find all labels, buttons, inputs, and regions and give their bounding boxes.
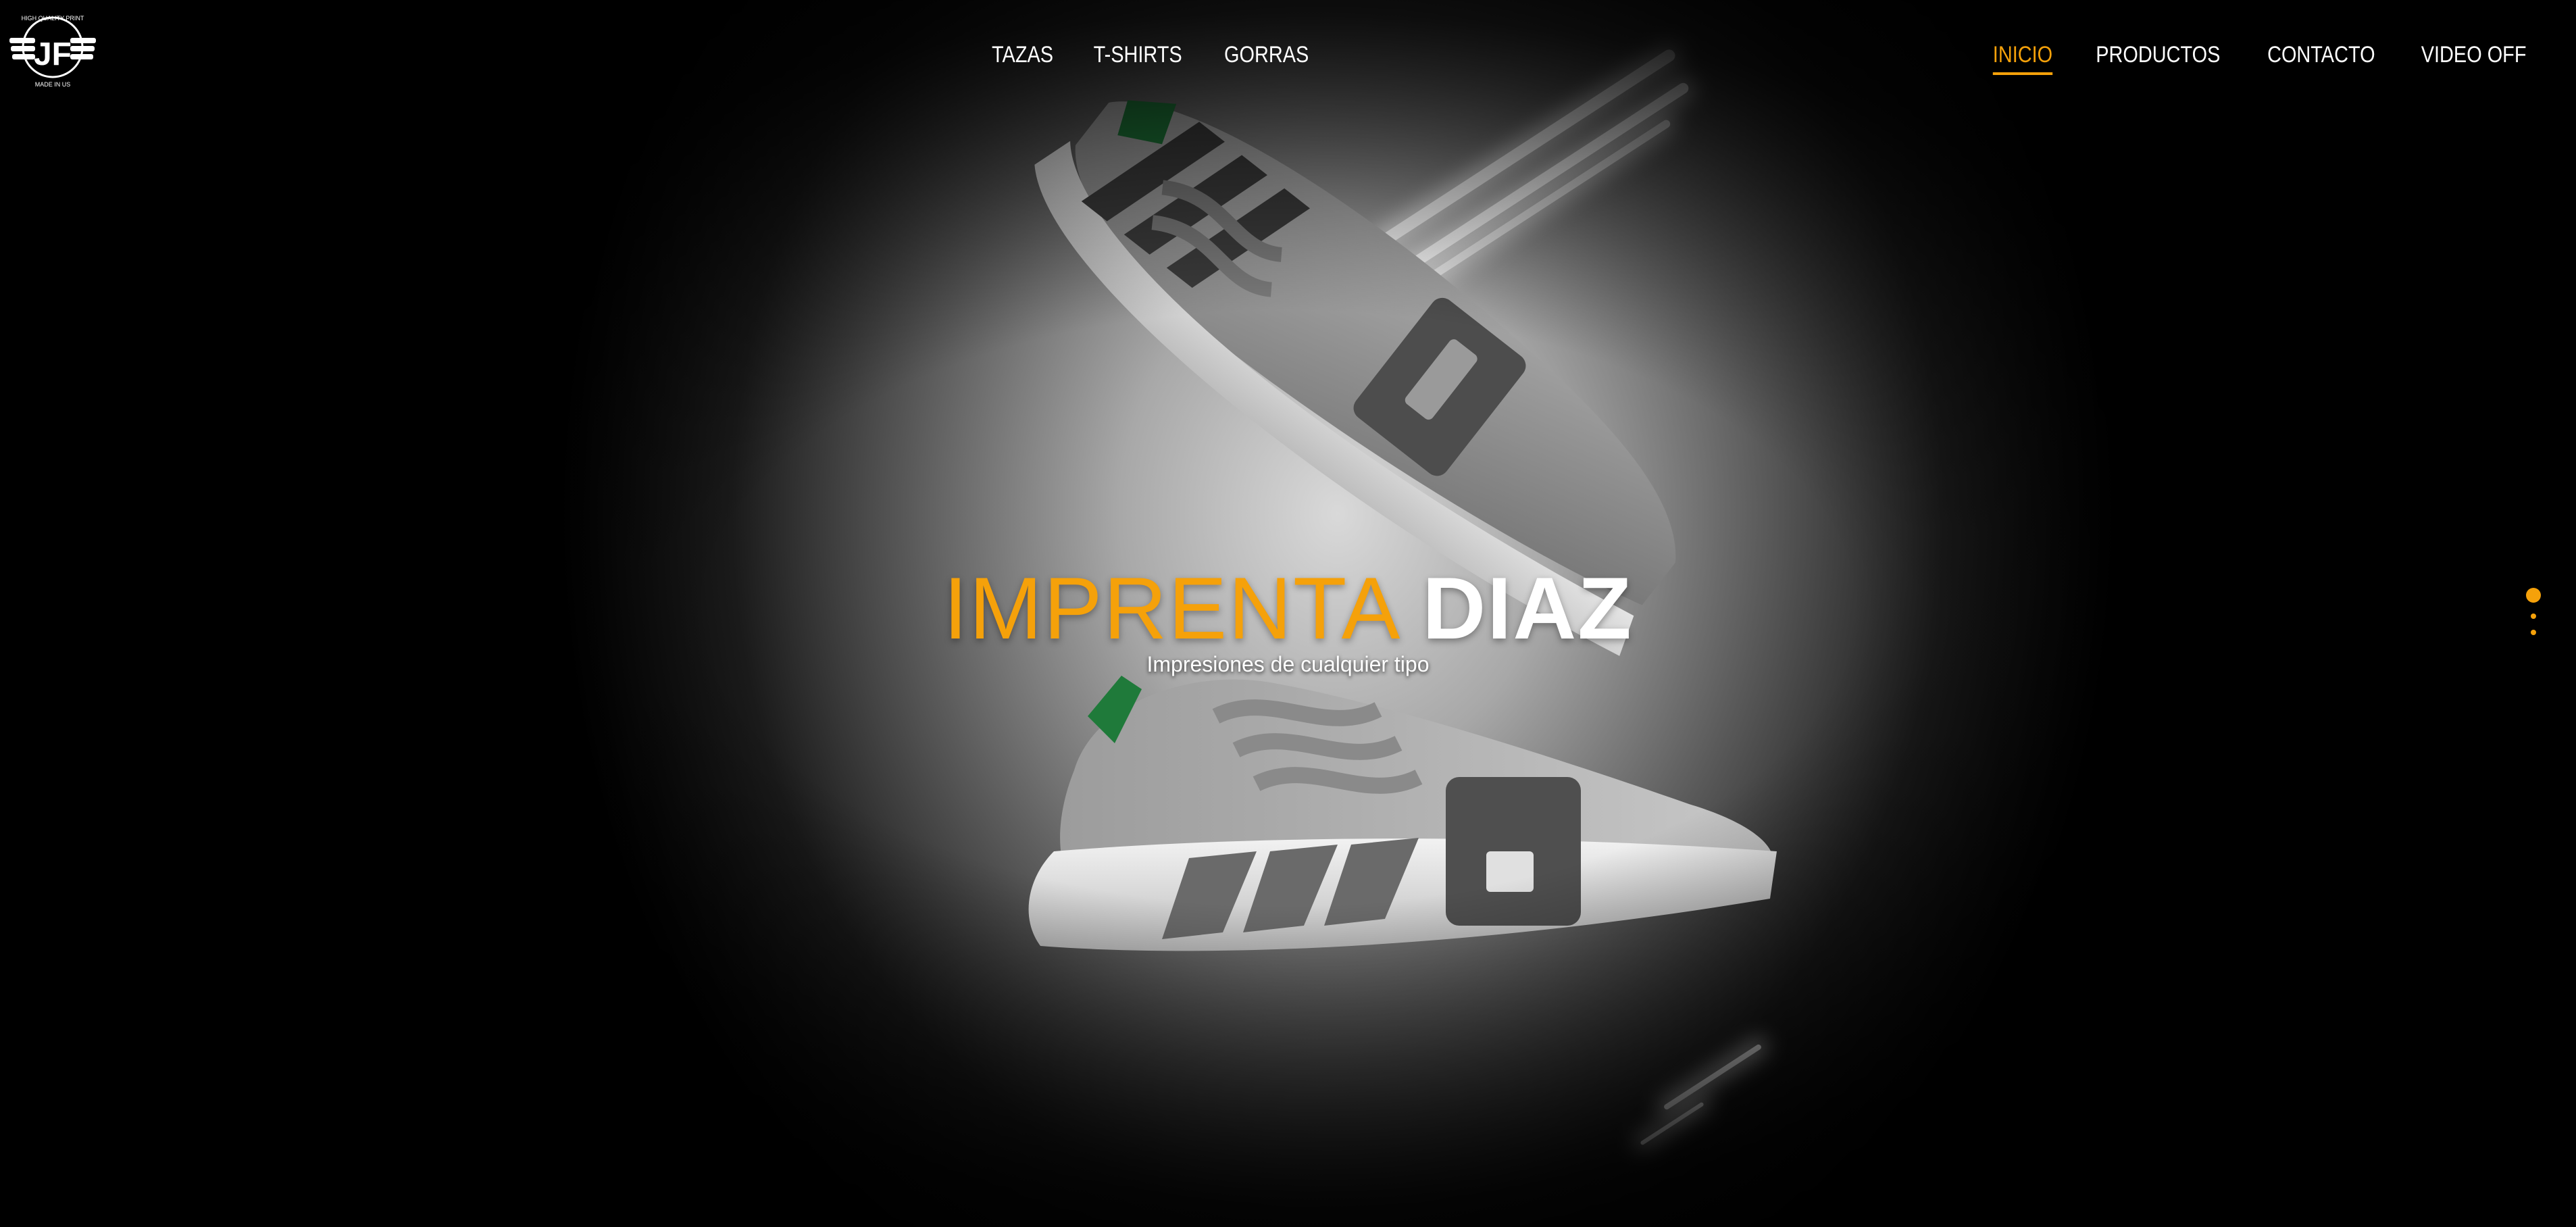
nav-inicio[interactable]: INICIO — [1981, 39, 2063, 75]
hero-title-part1: IMPRENTA — [943, 559, 1397, 657]
hero-subtitle: Impresiones de cualquier tipo — [1146, 652, 1430, 676]
slide-dot-2[interactable] — [2531, 614, 2536, 619]
nav-productos[interactable]: PRODUCTOS — [2084, 39, 2231, 75]
nav-video-off[interactable]: VIDEO OFF — [2410, 39, 2538, 75]
nav-tazas[interactable]: TAZAS — [980, 39, 1065, 75]
hero-title: IMPRENTA DIAZ — [0, 554, 2576, 662]
main-nav: INICIO PRODUCTOS CONTACTO VIDEO OFF — [1974, 39, 2549, 75]
slider-pagination — [2523, 588, 2544, 635]
slide-dot-1[interactable] — [2526, 588, 2541, 603]
nav-t-shirts[interactable]: T-SHIRTS — [1082, 39, 1194, 75]
logo-letters: JF — [34, 36, 72, 72]
logo-emblem-icon: JF HIGH QUALITY PRINT MADE IN US — [9, 15, 96, 88]
nav-contacto[interactable]: CONTACTO — [2256, 39, 2386, 75]
category-nav: TAZAS T-SHIRTS GORRAS — [973, 39, 1330, 75]
lower-shoe — [1028, 676, 1777, 951]
logo-top-text: HIGH QUALITY PRINT — [22, 15, 84, 22]
slide-dot-3[interactable] — [2531, 630, 2536, 635]
brand-logo[interactable]: JF HIGH QUALITY PRINT MADE IN US — [7, 5, 99, 92]
hero-title-part2: DIAZ — [1422, 559, 1633, 657]
logo-bottom-text: MADE IN US — [35, 81, 71, 88]
nav-gorras[interactable]: GORRAS — [1213, 39, 1320, 75]
